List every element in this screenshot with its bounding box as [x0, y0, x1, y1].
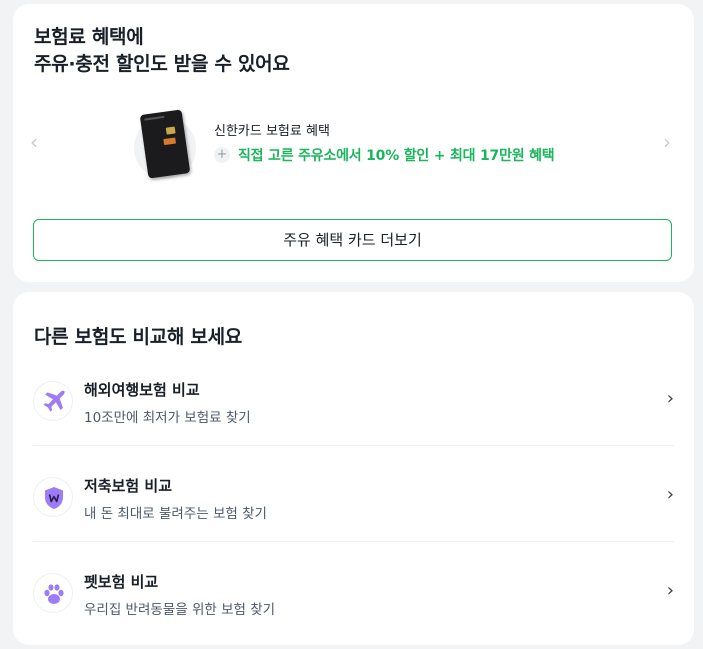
card-benefit-description: 직접 고른 주유소에서 10% 할인 + 최대 17만원 혜택	[238, 148, 555, 164]
item-title: 해외여행보험 비교	[84, 381, 200, 399]
benefit-section-title: 보험료 혜택에 주유·충전 할인도 받을 수 있어요	[34, 24, 290, 78]
chevron-right-icon: ›	[666, 388, 674, 409]
benefit-title-line1: 보험료 혜택에	[34, 26, 144, 48]
item-title: 펫보험 비교	[84, 573, 159, 591]
compare-insurance-card: 다른 보험도 비교해 보세요 해외여행보험 비교 10조만에 최저가 보험료 찾…	[13, 292, 694, 645]
card-benefit-name: 신한카드 보험료 혜택	[214, 124, 330, 139]
plus-icon: +	[214, 147, 230, 163]
divider	[33, 541, 674, 542]
airplane-icon	[33, 381, 73, 421]
credit-card-image	[139, 109, 191, 179]
fuel-benefit-card: 보험료 혜택에 주유·충전 할인도 받을 수 있어요 ‹ › 신한카드 보험료 …	[13, 4, 694, 282]
compare-section-title: 다른 보험도 비교해 보세요	[34, 326, 242, 348]
item-subtitle: 10조만에 최저가 보험료 찾기	[84, 410, 251, 426]
list-item-savings-insurance[interactable]: 저축보험 비교 내 돈 최대로 불려주는 보험 찾기 ›	[33, 445, 674, 541]
carousel-prev-icon[interactable]: ‹	[30, 132, 44, 152]
list-item-pet-insurance[interactable]: 펫보험 비교 우리집 반려동물을 위한 보험 찾기 ›	[33, 541, 674, 637]
list-item-travel-insurance[interactable]: 해외여행보험 비교 10조만에 최저가 보험료 찾기 ›	[33, 349, 674, 445]
chevron-right-icon: ›	[666, 580, 674, 601]
shield-w-icon	[33, 477, 73, 517]
benefit-title-line2: 주유·충전 할인도 받을 수 있어요	[34, 53, 290, 75]
item-subtitle: 내 돈 최대로 불려주는 보험 찾기	[84, 506, 267, 522]
item-title: 저축보험 비교	[84, 477, 173, 495]
item-subtitle: 우리집 반려동물을 위한 보험 찾기	[84, 602, 276, 618]
paw-icon	[33, 573, 73, 613]
carousel-next-icon[interactable]: ›	[663, 132, 677, 152]
more-fuel-cards-button[interactable]: 주유 혜택 카드 더보기	[33, 219, 672, 261]
chevron-right-icon: ›	[666, 484, 674, 505]
divider	[33, 445, 674, 446]
